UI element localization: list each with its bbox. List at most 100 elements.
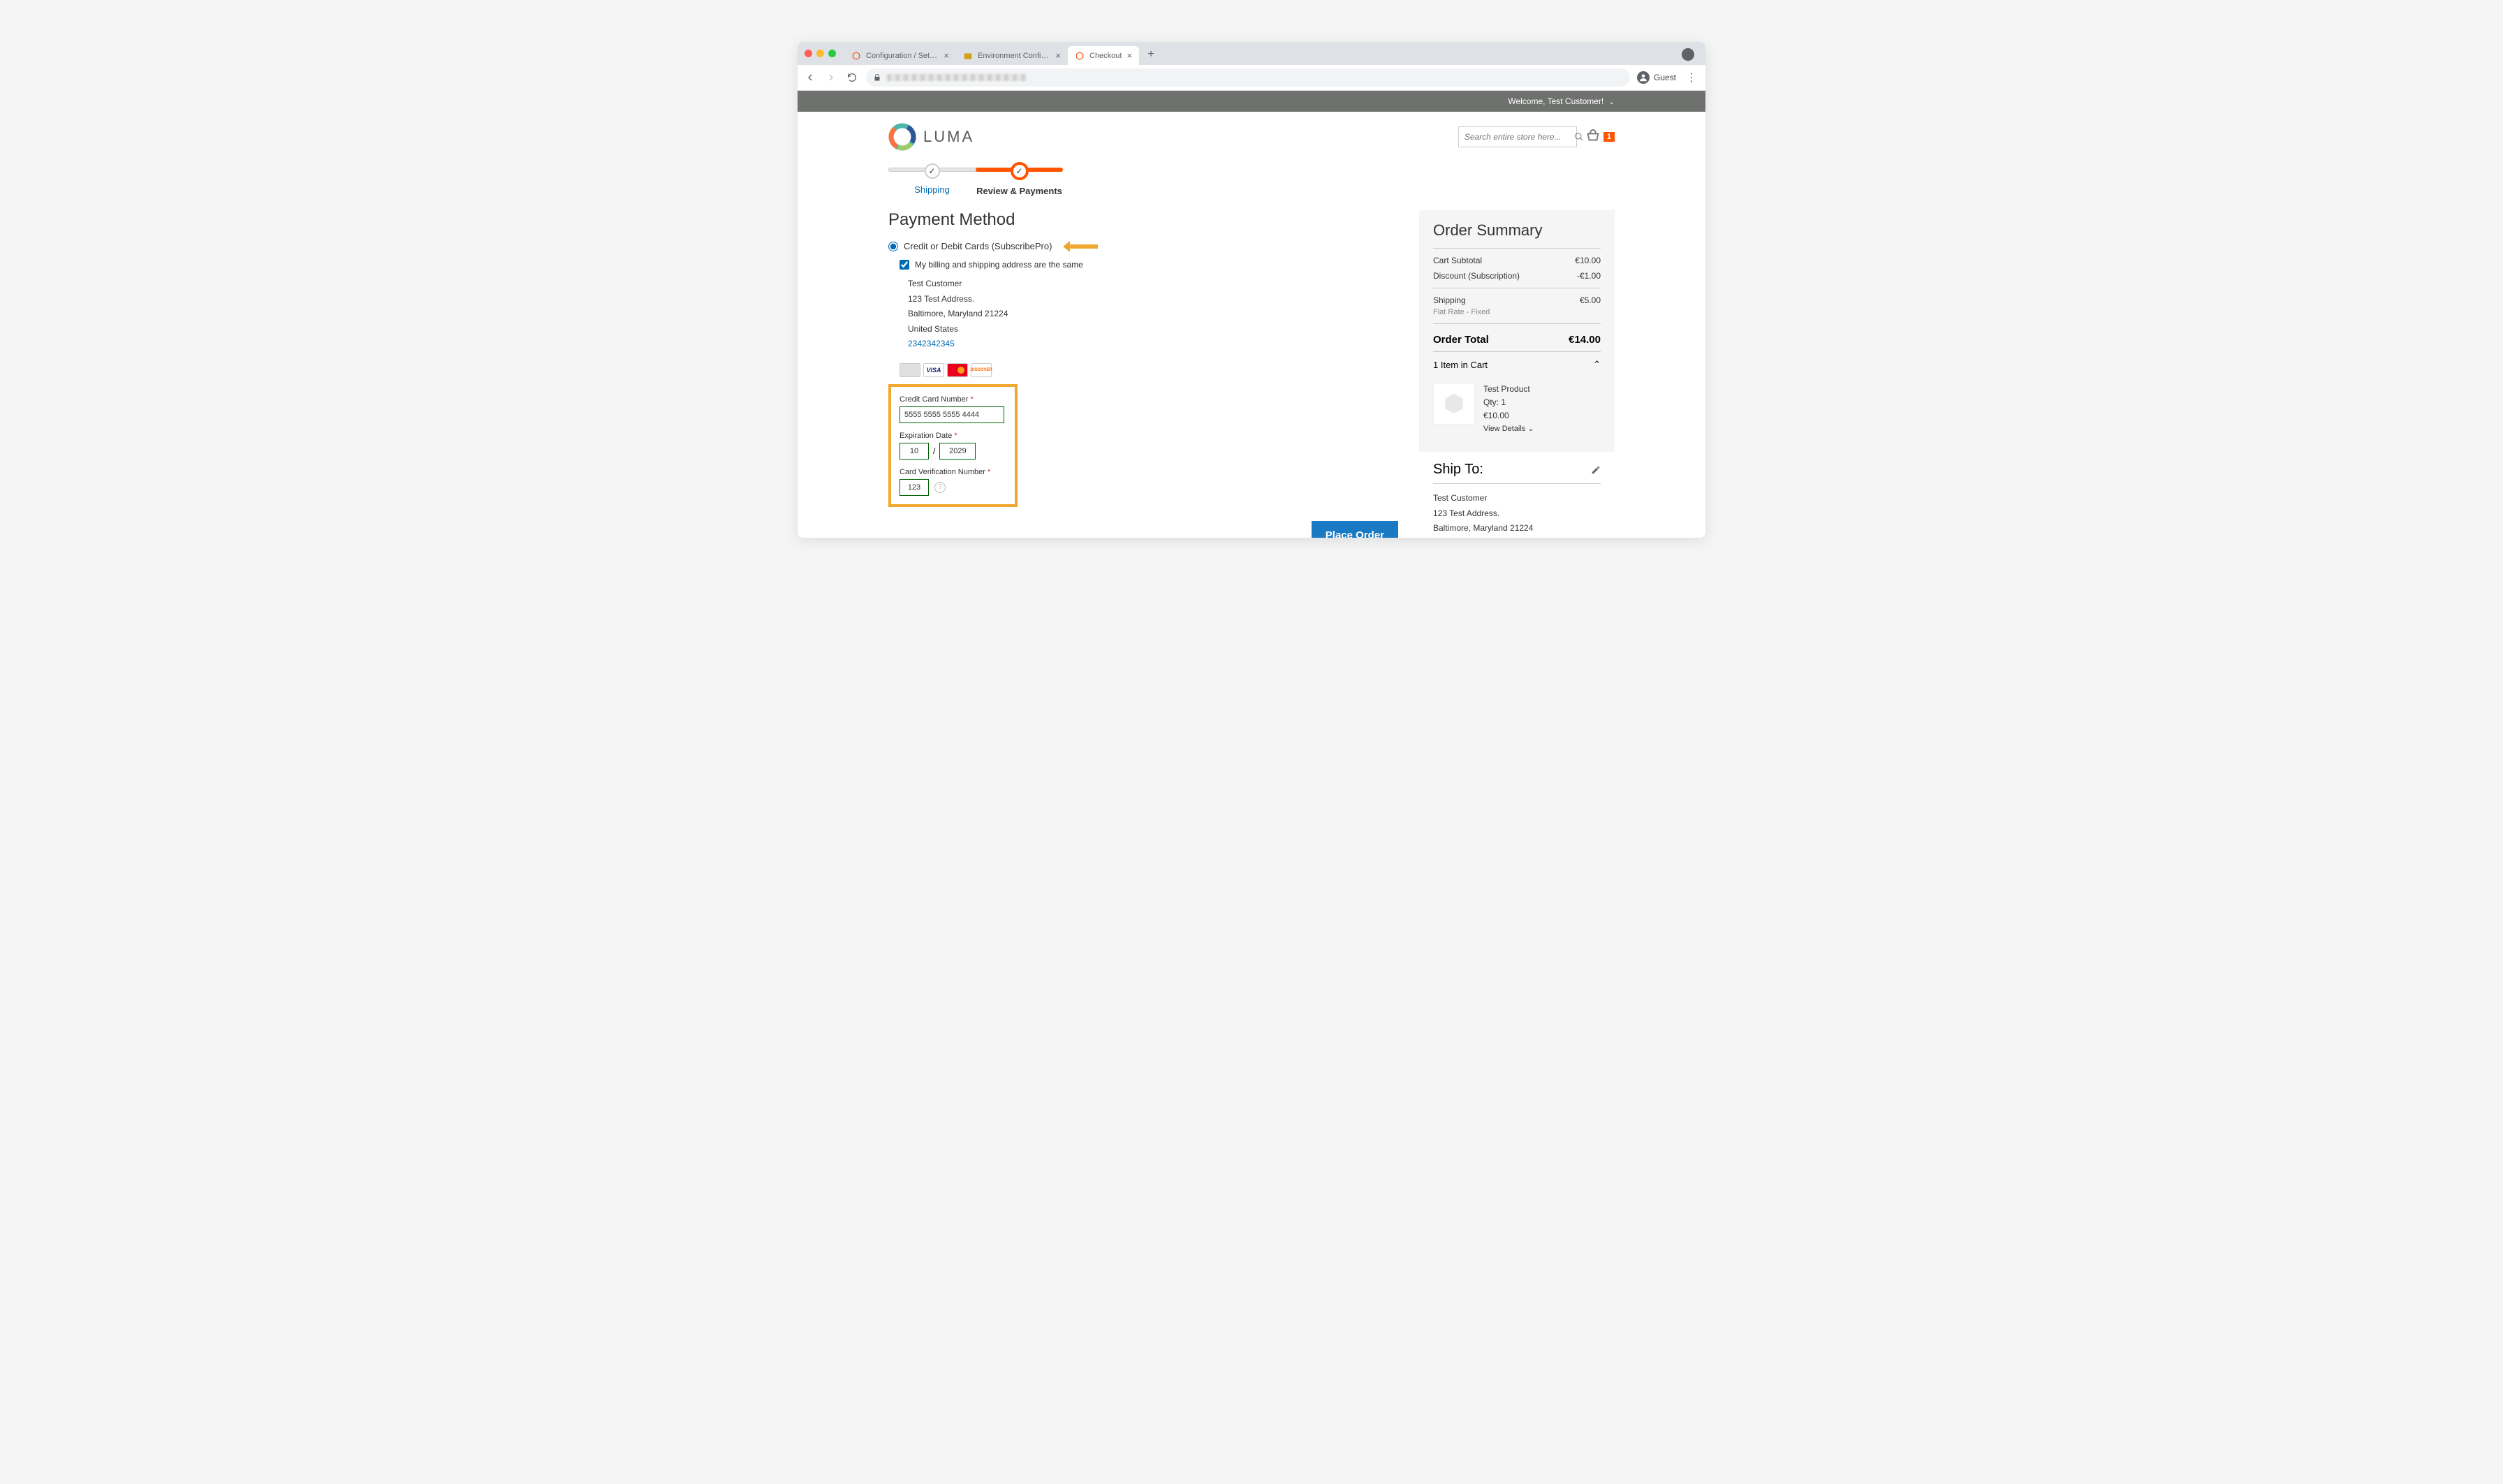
exp-year-input[interactable]	[939, 443, 976, 460]
mini-cart[interactable]: 1	[1585, 129, 1615, 145]
logo-text: LUMA	[923, 128, 974, 146]
edit-icon[interactable]	[1591, 465, 1601, 475]
tab-close-icon[interactable]: ×	[1126, 50, 1132, 61]
payment-option[interactable]: Credit or Debit Cards (SubscribePro)	[888, 241, 1398, 251]
order-summary-title: Order Summary	[1433, 221, 1601, 240]
window-close-icon[interactable]	[805, 50, 812, 57]
address-street: 123 Test Address.	[908, 292, 1398, 307]
view-details-toggle[interactable]: View Details ⌄	[1483, 423, 1534, 436]
payment-method-title: Payment Method	[888, 210, 1398, 230]
lock-icon	[873, 73, 881, 82]
magento-icon	[1075, 51, 1085, 61]
welcome-message[interactable]: Welcome, Test Customer! ⌄	[1508, 96, 1615, 106]
discover-icon: DISCOVER	[971, 363, 992, 377]
check-icon: ✓	[1015, 166, 1022, 176]
step-label: Shipping	[888, 184, 976, 195]
exp-date-label: Expiration Date *	[900, 432, 1006, 440]
payment-radio[interactable]	[888, 242, 898, 251]
back-button[interactable]	[803, 71, 817, 85]
guest-profile[interactable]: Guest	[1637, 71, 1676, 84]
browser-tab-active[interactable]: Checkout ×	[1068, 46, 1139, 65]
summary-shipping-method: Flat Rate - Fixed	[1433, 305, 1601, 319]
cart-items-label: 1 Item in Cart	[1433, 360, 1488, 370]
search-icon[interactable]	[1574, 132, 1584, 142]
progress-step-review[interactable]: ✓ Review & Payments	[976, 162, 1063, 196]
cart-count-badge: 1	[1603, 132, 1615, 142]
page-content: Welcome, Test Customer! ⌄ LUMA	[798, 91, 1705, 538]
exp-separator: /	[933, 446, 935, 456]
item-name: Test Product	[1483, 383, 1534, 396]
guest-label: Guest	[1654, 73, 1676, 82]
window-minimize-icon[interactable]	[816, 50, 824, 57]
billing-same-input[interactable]	[900, 260, 909, 270]
item-price: €10.00	[1483, 409, 1534, 423]
item-qty: Qty: 1	[1483, 396, 1534, 409]
billing-address: Test Customer 123 Test Address. Baltimor…	[908, 277, 1398, 352]
cart-item: Test Product Qty: 1 €10.00 View Details …	[1433, 377, 1601, 441]
magento-icon	[851, 51, 861, 61]
new-tab-button[interactable]: +	[1143, 47, 1159, 62]
cc-number-input[interactable]	[900, 406, 1004, 423]
summary-discount: Discount (Subscription) -€1.00	[1433, 268, 1601, 284]
url-text	[887, 74, 1027, 81]
cvv-label: Card Verification Number *	[900, 468, 1006, 476]
browser-chrome: Configuration / Settings / Store × Envir…	[798, 42, 1705, 91]
progress-step-shipping[interactable]: ✓ Shipping	[888, 163, 976, 195]
avatar-icon	[1637, 71, 1650, 84]
summary-total: Order Total €14.00	[1433, 328, 1601, 351]
check-icon: ✓	[928, 166, 935, 176]
tab-close-icon[interactable]: ×	[944, 50, 949, 61]
chevron-down-icon: ⌄	[1609, 98, 1615, 106]
cc-number-label: Credit Card Number *	[900, 395, 1006, 404]
ship-to-section: Ship To: Test Customer 123 Test Address.…	[1419, 452, 1615, 538]
forward-button[interactable]	[824, 71, 838, 85]
top-banner: Welcome, Test Customer! ⌄	[798, 91, 1705, 112]
billing-same-checkbox[interactable]: My billing and shipping address are the …	[900, 260, 1398, 270]
address-country: United States	[908, 322, 1398, 337]
browser-tab[interactable]: Configuration / Settings / Store ×	[844, 46, 956, 65]
address-bar[interactable]	[866, 68, 1630, 87]
help-icon[interactable]: ?	[934, 482, 946, 493]
search-input[interactable]	[1465, 132, 1574, 142]
reload-button[interactable]	[845, 71, 859, 85]
step-label: Review & Payments	[976, 186, 1063, 196]
luma-logo-icon	[888, 123, 916, 151]
tab-title: Configuration / Settings / Store	[866, 52, 939, 60]
shipto-name: Test Customer	[1433, 491, 1601, 506]
shipto-street: 123 Test Address.	[1433, 506, 1601, 522]
item-thumbnail	[1433, 383, 1475, 425]
annotation-arrow-icon	[1063, 240, 1098, 254]
chevron-up-icon: ⌃	[1593, 359, 1601, 370]
profile-icon[interactable]	[1682, 48, 1694, 61]
billing-same-label: My billing and shipping address are the …	[915, 260, 1083, 270]
payment-option-label: Credit or Debit Cards (SubscribePro)	[904, 241, 1052, 251]
tab-close-icon[interactable]: ×	[1055, 50, 1061, 61]
checkout-progress: ✓ Shipping ✓ Review & Payments	[874, 162, 1629, 196]
card-form-highlighted: Credit Card Number * Expiration Date * /…	[888, 384, 1018, 507]
order-summary: Order Summary Cart Subtotal €10.00 Disco…	[1419, 210, 1615, 452]
window-controls	[805, 50, 836, 57]
address-city: Baltimore, Maryland 21224	[908, 307, 1398, 322]
cart-icon	[1585, 129, 1601, 145]
exp-month-input[interactable]	[900, 443, 929, 460]
tab-title: Environment Configuration fo	[978, 52, 1050, 60]
browser-tab[interactable]: Environment Configuration fo ×	[956, 46, 1068, 65]
shipto-country: United States	[1433, 536, 1601, 538]
tab-title: Checkout	[1089, 52, 1122, 60]
cvv-input[interactable]	[900, 479, 929, 496]
window-maximize-icon[interactable]	[828, 50, 836, 57]
visa-icon: VISA	[923, 363, 944, 377]
logo[interactable]: LUMA	[888, 123, 974, 151]
address-phone[interactable]: 2342342345	[908, 337, 1398, 352]
chevron-down-icon: ⌄	[1527, 425, 1534, 433]
search-box[interactable]	[1458, 126, 1577, 147]
card-brand-icons: VISA DISCOVER	[900, 363, 1398, 377]
shipto-city: Baltimore, Maryland 21224	[1433, 521, 1601, 536]
store-header: LUMA 1	[874, 112, 1629, 162]
box-icon	[963, 51, 973, 61]
browser-menu-icon[interactable]: ⋮	[1683, 71, 1700, 85]
place-order-button[interactable]: Place Order	[1312, 521, 1398, 538]
mastercard-icon	[947, 363, 968, 377]
cart-items-toggle[interactable]: 1 Item in Cart ⌃	[1433, 351, 1601, 377]
amex-icon	[900, 363, 920, 377]
